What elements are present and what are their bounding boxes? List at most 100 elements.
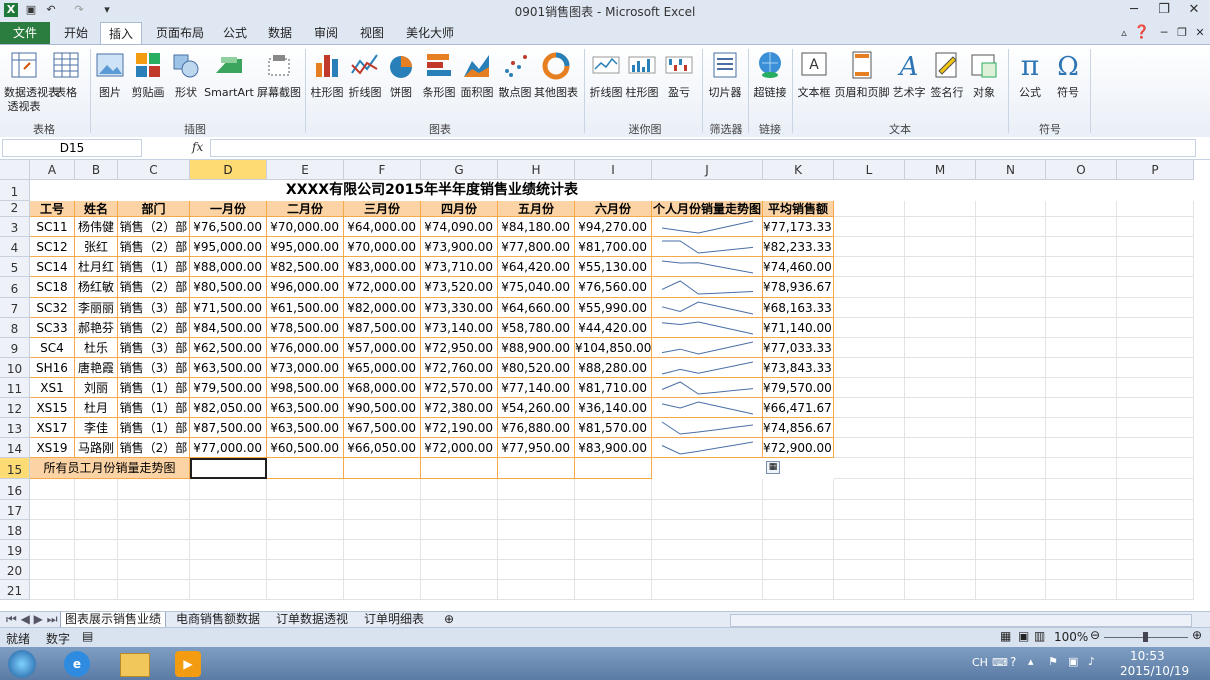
cell[interactable] <box>834 237 905 257</box>
column-header-n[interactable]: N <box>976 160 1046 180</box>
department-cell[interactable]: 销售（1）部 <box>118 418 190 438</box>
employee-id-cell[interactable]: SC14 <box>30 257 75 277</box>
cell[interactable] <box>1117 318 1194 338</box>
cell[interactable] <box>30 520 75 540</box>
employee-name-cell[interactable]: 唐艳霞 <box>75 358 118 378</box>
cell[interactable] <box>763 560 834 580</box>
cell[interactable] <box>30 500 75 520</box>
cell[interactable] <box>976 500 1046 520</box>
sheet-tab-orders[interactable]: 订单明细表 <box>360 612 428 627</box>
employee-id-cell[interactable]: XS15 <box>30 398 75 418</box>
sparkline-cell[interactable] <box>652 217 763 237</box>
cell[interactable] <box>905 520 976 540</box>
cell[interactable] <box>344 580 421 600</box>
cell[interactable] <box>652 560 763 580</box>
cell[interactable] <box>575 540 652 560</box>
cell[interactable] <box>976 237 1046 257</box>
cell[interactable] <box>344 540 421 560</box>
cell[interactable] <box>75 500 118 520</box>
average-sales-cell[interactable]: ¥77,173.33 <box>763 217 834 237</box>
month-sales-cell[interactable]: ¥74,090.00 <box>421 217 498 237</box>
column-header-l[interactable]: L <box>834 160 905 180</box>
month-sales-cell[interactable]: ¥57,000.00 <box>344 338 421 358</box>
column-title[interactable]: 二月份 <box>267 201 344 217</box>
row-header-13[interactable]: 13 <box>0 418 30 438</box>
column-header-j[interactable]: J <box>652 160 763 180</box>
month-sales-cell[interactable]: ¥67,500.00 <box>344 418 421 438</box>
month-sales-cell[interactable]: ¥80,500.00 <box>190 277 267 298</box>
cell[interactable] <box>1117 418 1194 438</box>
month-sales-cell[interactable]: ¥94,270.00 <box>575 217 652 237</box>
cell[interactable] <box>652 580 763 600</box>
cell[interactable] <box>421 560 498 580</box>
row-header-11[interactable]: 11 <box>0 378 30 398</box>
cell[interactable] <box>1046 318 1117 338</box>
column-header-m[interactable]: M <box>905 160 976 180</box>
department-cell[interactable]: 销售（2）部 <box>118 277 190 298</box>
cell[interactable] <box>763 479 834 500</box>
month-sales-cell[interactable]: ¥76,000.00 <box>267 338 344 358</box>
doc-close-button[interactable]: ✕ <box>1186 24 1210 42</box>
month-sales-cell[interactable]: ¥63,500.00 <box>190 358 267 378</box>
row-header-16[interactable]: 16 <box>0 479 30 500</box>
month-sales-cell[interactable]: ¥72,000.00 <box>344 277 421 298</box>
month-sales-cell[interactable]: ¥81,570.00 <box>575 418 652 438</box>
column-title[interactable]: 三月份 <box>344 201 421 217</box>
cell[interactable] <box>344 520 421 540</box>
footer-sparkline-cell[interactable] <box>421 458 498 479</box>
employee-name-cell[interactable]: 杜月 <box>75 398 118 418</box>
flag-icon[interactable]: ⚑ <box>1048 655 1058 668</box>
help-tray-icon[interactable]: ? <box>1010 655 1016 669</box>
internet-explorer-icon[interactable]: e <box>64 651 90 677</box>
object-button[interactable]: 对象 <box>966 49 1002 100</box>
month-sales-cell[interactable]: ¥64,420.00 <box>498 257 575 277</box>
employee-id-cell[interactable]: SC11 <box>30 217 75 237</box>
month-sales-cell[interactable]: ¥88,280.00 <box>575 358 652 378</box>
column-title[interactable]: 六月份 <box>575 201 652 217</box>
zoom-out-icon[interactable]: ⊖ <box>1090 628 1100 642</box>
employee-name-cell[interactable]: 李丽丽 <box>75 298 118 318</box>
cell[interactable] <box>575 479 652 500</box>
month-sales-cell[interactable]: ¥98,500.00 <box>267 378 344 398</box>
sparkline-cell[interactable] <box>652 418 763 438</box>
month-sales-cell[interactable]: ¥77,140.00 <box>498 378 575 398</box>
cell[interactable] <box>834 458 905 479</box>
month-sales-cell[interactable]: ¥72,000.00 <box>421 438 498 458</box>
row-header-8[interactable]: 8 <box>0 318 30 338</box>
employee-name-cell[interactable]: 刘丽 <box>75 378 118 398</box>
cell[interactable] <box>905 277 976 298</box>
month-sales-cell[interactable]: ¥77,000.00 <box>190 438 267 458</box>
signature-line-button[interactable]: 签名行 <box>928 49 966 100</box>
cell[interactable] <box>1046 237 1117 257</box>
employee-id-cell[interactable]: XS17 <box>30 418 75 438</box>
month-sales-cell[interactable]: ¥58,780.00 <box>498 318 575 338</box>
cell[interactable] <box>421 540 498 560</box>
column-header-a[interactable]: A <box>30 160 75 180</box>
cell[interactable] <box>1046 378 1117 398</box>
cell[interactable] <box>905 500 976 520</box>
cell[interactable] <box>976 479 1046 500</box>
month-sales-cell[interactable]: ¥54,260.00 <box>498 398 575 418</box>
average-sales-cell[interactable]: ¥79,570.00 <box>763 378 834 398</box>
month-sales-cell[interactable]: ¥68,000.00 <box>344 378 421 398</box>
department-cell[interactable]: 销售（3）部 <box>118 338 190 358</box>
column-header-e[interactable]: E <box>267 160 344 180</box>
employee-name-cell[interactable]: 郝艳芬 <box>75 318 118 338</box>
cell[interactable] <box>976 520 1046 540</box>
cell[interactable] <box>1117 237 1194 257</box>
month-sales-cell[interactable]: ¥88,900.00 <box>498 338 575 358</box>
row-header-12[interactable]: 12 <box>0 398 30 418</box>
month-sales-cell[interactable]: ¥76,880.00 <box>498 418 575 438</box>
month-sales-cell[interactable]: ¥95,000.00 <box>190 237 267 257</box>
cell[interactable] <box>1117 560 1194 580</box>
row-header-19[interactable]: 19 <box>0 540 30 560</box>
cell[interactable] <box>1046 580 1117 600</box>
cell[interactable] <box>834 479 905 500</box>
area-chart-button[interactable]: 面积图 <box>458 49 496 100</box>
cell[interactable] <box>905 338 976 358</box>
cell[interactable] <box>905 298 976 318</box>
month-sales-cell[interactable]: ¥77,950.00 <box>498 438 575 458</box>
month-sales-cell[interactable]: ¥87,500.00 <box>344 318 421 338</box>
cell[interactable] <box>834 257 905 277</box>
cell[interactable] <box>1046 540 1117 560</box>
